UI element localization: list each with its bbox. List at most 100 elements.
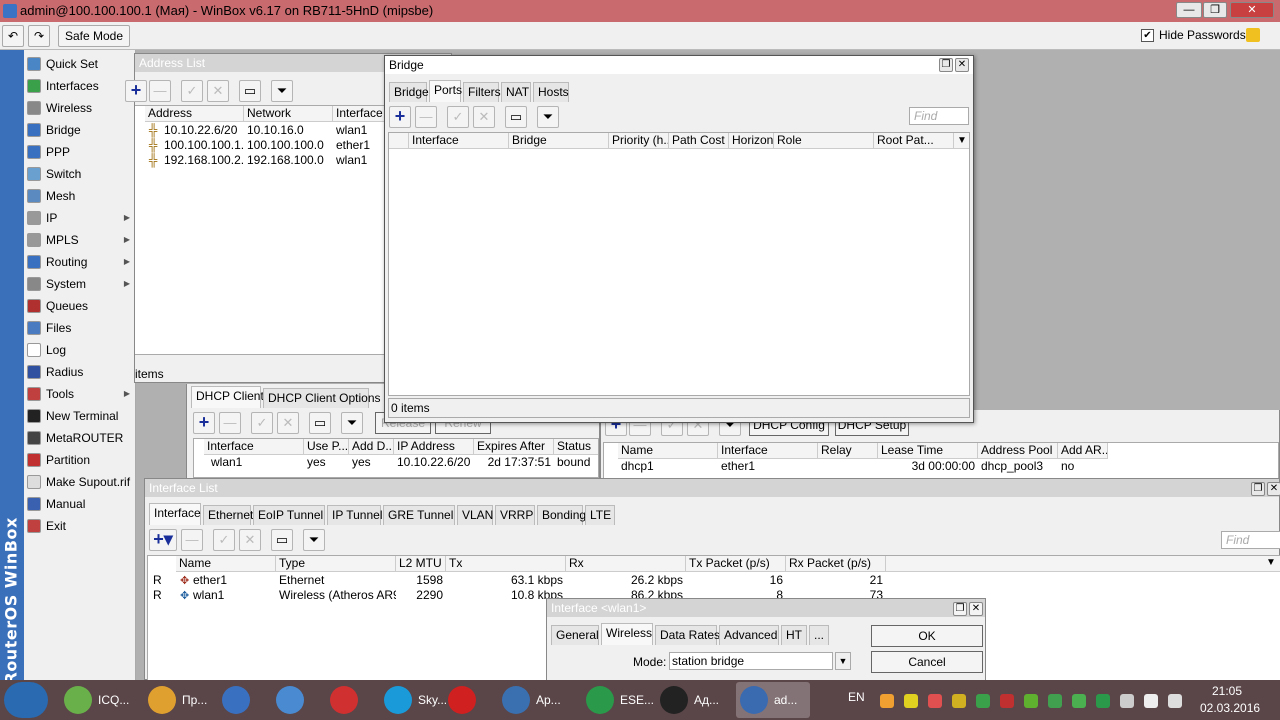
tab-interface[interactable]: Interface xyxy=(149,503,201,525)
tray-icon[interactable] xyxy=(1096,694,1110,708)
col-relay[interactable]: Relay xyxy=(818,443,878,459)
close-button[interactable]: ✕ xyxy=(969,602,983,616)
menu-item-bridge[interactable]: Bridge xyxy=(24,119,136,141)
menu-item-metarouter[interactable]: MetaROUTER xyxy=(24,427,136,449)
table-cell[interactable]: R xyxy=(150,588,170,603)
tray-icon[interactable] xyxy=(1048,694,1062,708)
col-horizon[interactable]: Horizon xyxy=(729,133,774,149)
close-button[interactable]: ✕ xyxy=(955,58,969,72)
add-dropdown-button[interactable]: +▾ xyxy=(149,529,177,551)
tab-vlan[interactable]: VLAN xyxy=(457,505,493,525)
table-cell[interactable]: 63.1 kbps xyxy=(446,573,566,588)
filter-button[interactable]: ⏷ xyxy=(341,412,363,434)
comment-button[interactable]: ▭ xyxy=(309,412,331,434)
tab-advanced[interactable]: Advanced xyxy=(719,625,779,645)
col-status[interactable]: Status xyxy=(554,439,598,455)
menu-item-wireless[interactable]: Wireless xyxy=(24,97,136,119)
menu-item-new-terminal[interactable]: New Terminal xyxy=(24,405,136,427)
tab-dhcp-client-options[interactable]: DHCP Client Options xyxy=(263,388,381,408)
col-rx[interactable]: Rx xyxy=(566,556,686,572)
clock-time[interactable]: 21:05 xyxy=(1212,684,1242,698)
tray-icon[interactable] xyxy=(1000,694,1014,708)
tab-bridge[interactable]: Bridge xyxy=(389,82,429,102)
enable-button[interactable]: ✓ xyxy=(181,80,203,102)
table-cell[interactable]: R xyxy=(150,573,170,588)
menu-item-routing[interactable]: Routing ▶ xyxy=(24,251,136,273)
table-cell[interactable] xyxy=(818,459,878,474)
network-icon[interactable] xyxy=(1168,694,1182,708)
safe-mode-button[interactable]: Safe Mode xyxy=(58,25,130,47)
col-add-default[interactable]: Add D... xyxy=(349,439,394,455)
mode-dropdown-icon[interactable]: ▼ xyxy=(835,652,851,670)
tab-bonding[interactable]: Bonding xyxy=(537,505,586,525)
menu-item-files[interactable]: Files xyxy=(24,317,136,339)
table-cell[interactable]: 3d 00:00:00 xyxy=(878,459,978,474)
minimize-button[interactable]: — xyxy=(1176,2,1202,18)
remove-button[interactable]: — xyxy=(415,106,437,128)
find-input[interactable]: Find xyxy=(909,107,969,125)
mode-select[interactable]: station bridge xyxy=(669,652,833,670)
start-button[interactable] xyxy=(4,682,48,718)
col-l2mtu[interactable]: L2 MTU xyxy=(396,556,446,572)
menu-item-interfaces[interactable]: Interfaces xyxy=(24,75,136,97)
col-bridge[interactable]: Bridge xyxy=(509,133,609,149)
col-priority[interactable]: Priority (h... xyxy=(609,133,669,149)
comment-button[interactable]: ▭ xyxy=(271,529,293,551)
table-cell[interactable]: no xyxy=(1058,459,1108,474)
table-cell[interactable]: 10.10.22.6/20 xyxy=(161,123,244,138)
taskbar-item[interactable]: Ад... xyxy=(656,682,732,718)
add-button[interactable]: + xyxy=(389,106,411,128)
menu-item-quick-set[interactable]: Quick Set xyxy=(24,53,136,75)
menu-item-manual[interactable]: Manual xyxy=(24,493,136,515)
disable-button[interactable]: ✕ xyxy=(239,529,261,551)
ok-button[interactable]: OK xyxy=(871,625,983,647)
filter-button[interactable]: ⏷ xyxy=(303,529,325,551)
taskbar-item[interactable]: ICQ... xyxy=(60,682,140,718)
table-cell[interactable]: 192.168.100.0 xyxy=(244,153,333,168)
tray-icon[interactable] xyxy=(880,694,894,708)
tab-dhcp-client[interactable]: DHCP Client xyxy=(191,386,264,408)
col-name[interactable]: Name xyxy=(176,556,276,572)
table-cell[interactable]: 10.10.16.0 xyxy=(244,123,333,138)
tray-icon[interactable] xyxy=(952,694,966,708)
table-cell[interactable]: ether1 xyxy=(190,573,276,588)
language-indicator[interactable]: EN xyxy=(848,690,865,704)
enable-button[interactable]: ✓ xyxy=(213,529,235,551)
taskbar-item[interactable]: Ар... xyxy=(498,682,578,718)
table-cell[interactable]: 100.100.100.1... xyxy=(161,138,244,153)
maximize-button[interactable]: ❐ xyxy=(953,602,967,616)
close-button[interactable]: ✕ xyxy=(1267,482,1280,496)
col-use-peer[interactable]: Use P... xyxy=(304,439,349,455)
taskbar-item[interactable]: Пр... xyxy=(144,682,214,718)
add-button[interactable]: + xyxy=(125,80,147,102)
hide-passwords-checkbox[interactable]: ✔ xyxy=(1141,29,1154,42)
table-cell[interactable]: dhcp_pool3 xyxy=(978,459,1058,474)
col-rx-packet[interactable]: Rx Packet (p/s) xyxy=(786,556,886,572)
tray-icon[interactable] xyxy=(928,694,942,708)
col-interface[interactable]: Interface xyxy=(204,439,304,455)
tray-icon[interactable] xyxy=(1024,694,1038,708)
menu-item-tools[interactable]: Tools ▶ xyxy=(24,383,136,405)
undo-button[interactable]: ↶ xyxy=(2,25,24,47)
column-menu-icon[interactable]: ▼ xyxy=(954,133,969,149)
tab-general[interactable]: General xyxy=(551,625,599,645)
taskbar-item[interactable] xyxy=(218,682,268,718)
table-cell[interactable]: 21 xyxy=(786,573,886,588)
menu-item-exit[interactable]: Exit xyxy=(24,515,136,537)
tab-gre-tunnel[interactable]: GRE Tunnel xyxy=(383,505,455,525)
add-button[interactable]: + xyxy=(193,412,215,434)
col-type[interactable]: Type xyxy=(276,556,396,572)
tab-data-rates[interactable]: Data Rates xyxy=(655,625,720,645)
taskbar-item[interactable]: ad... xyxy=(736,682,810,718)
tab-nat[interactable]: NAT xyxy=(501,82,531,102)
maximize-button[interactable]: ❐ xyxy=(1251,482,1265,496)
col-tx-packet[interactable]: Tx Packet (p/s) xyxy=(686,556,786,572)
clock-date[interactable]: 02.03.2016 xyxy=(1200,701,1260,715)
menu-item-partition[interactable]: Partition xyxy=(24,449,136,471)
table-cell[interactable]: 100.100.100.0 xyxy=(244,138,333,153)
tab-filters[interactable]: Filters xyxy=(463,82,501,102)
col-address[interactable]: Address xyxy=(145,106,244,122)
remove-button[interactable]: — xyxy=(219,412,241,434)
taskbar-item[interactable]: Sky... xyxy=(380,682,447,718)
table-cell[interactable]: ether1 xyxy=(718,459,818,474)
